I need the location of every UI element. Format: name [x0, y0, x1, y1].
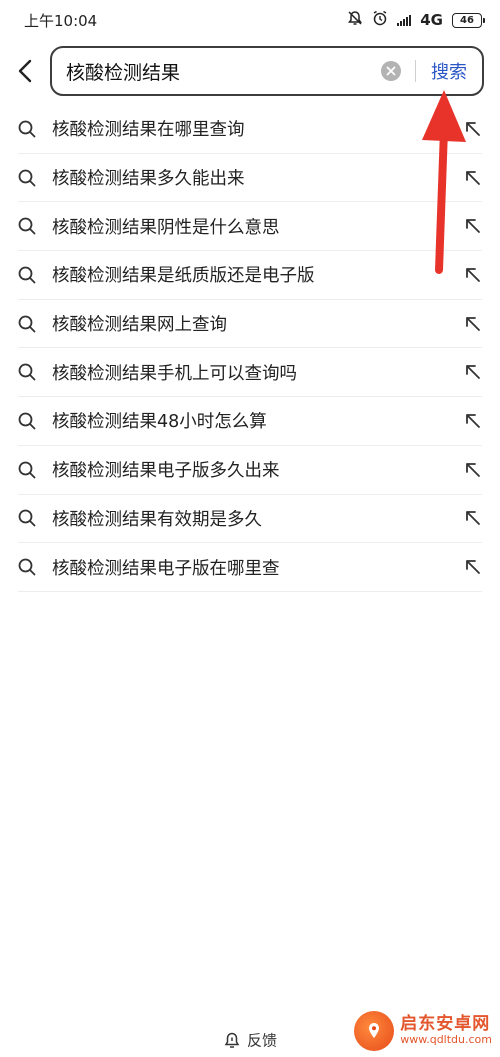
watermark-title: 启东安卓网	[400, 1014, 491, 1035]
fill-query-arrow-icon[interactable]	[452, 412, 482, 430]
fill-query-arrow-icon[interactable]	[452, 217, 482, 235]
search-icon	[18, 315, 52, 333]
fill-query-arrow-icon[interactable]	[452, 266, 482, 284]
suggestion-text: 核酸检测结果网上查询	[52, 315, 227, 336]
suggestion-text: 核酸检测结果电子版在哪里查	[52, 558, 280, 579]
battery-level: 46	[460, 14, 474, 26]
status-icons: 4G 46	[347, 10, 485, 30]
feedback-label: 反馈	[246, 1031, 277, 1050]
search-header: 搜索	[0, 44, 500, 98]
watermark-text: 启东安卓网 www.qdltdu.com	[400, 1014, 492, 1047]
watermark-url: www.qdltdu.com	[400, 1033, 492, 1047]
suggestion-item[interactable]: 核酸检测结果网上查询	[18, 300, 482, 349]
fill-query-arrow-icon[interactable]	[452, 169, 482, 187]
search-button[interactable]: 搜索	[416, 58, 482, 84]
search-box: 搜索	[50, 46, 484, 96]
suggestion-item[interactable]: 核酸检测结果是纸质版还是电子版	[18, 251, 482, 300]
chevron-left-icon	[18, 59, 32, 83]
suggestion-item[interactable]: 核酸检测结果在哪里查询	[18, 105, 482, 154]
close-icon	[386, 66, 396, 76]
clear-button[interactable]	[381, 61, 401, 81]
alarm-icon	[372, 10, 388, 30]
suggestion-item[interactable]: 核酸检测结果多久能出来	[18, 154, 482, 203]
back-button[interactable]	[0, 44, 50, 98]
search-icon	[18, 266, 52, 284]
status-time: 上午10:04	[24, 11, 98, 30]
search-icon	[18, 169, 52, 187]
suggestion-text: 核酸检测结果在哪里查询	[52, 120, 245, 141]
network-type: 4G	[420, 11, 443, 29]
suggestion-item[interactable]: 核酸检测结果电子版多久出来	[18, 446, 482, 495]
feedback-bell-icon	[224, 1032, 240, 1048]
suggestion-item[interactable]: 核酸检测结果阴性是什么意思	[18, 202, 482, 252]
battery-icon: 46	[452, 12, 485, 28]
suggestion-item[interactable]: 核酸检测结果电子版在哪里查	[18, 543, 482, 592]
suggestion-text: 核酸检测结果阴性是什么意思	[52, 217, 280, 238]
search-input[interactable]	[66, 60, 381, 82]
status-bar: 上午10:04 4G 46	[0, 0, 500, 40]
suggestion-text: 核酸检测结果有效期是多久	[52, 509, 262, 530]
fill-query-arrow-icon[interactable]	[452, 120, 482, 138]
suggestion-text: 核酸检测结果多久能出来	[52, 169, 245, 190]
fill-query-arrow-icon[interactable]	[452, 558, 482, 576]
fill-query-arrow-icon[interactable]	[452, 315, 482, 333]
search-icon	[18, 217, 52, 235]
watermark: 启东安卓网 www.qdltdu.com	[354, 1011, 492, 1051]
signal-icon	[397, 14, 412, 26]
suggestion-item[interactable]: 核酸检测结果有效期是多久	[18, 495, 482, 544]
watermark-logo	[354, 1011, 395, 1051]
search-icon	[18, 412, 52, 430]
suggestion-text: 核酸检测结果是纸质版还是电子版	[52, 266, 315, 287]
suggestion-item[interactable]: 核酸检测结果48小时怎么算	[18, 397, 482, 446]
search-icon	[18, 363, 52, 381]
fill-query-arrow-icon[interactable]	[452, 363, 482, 381]
search-page: 上午10:04 4G 46 搜索	[0, 0, 500, 1057]
suggestion-text: 核酸检测结果电子版多久出来	[52, 461, 280, 482]
search-icon	[18, 120, 52, 138]
search-icon	[18, 461, 52, 479]
search-icon	[18, 509, 52, 527]
suggestion-item[interactable]: 核酸检测结果手机上可以查询吗	[18, 348, 482, 398]
suggestion-text: 核酸检测结果手机上可以查询吗	[52, 363, 297, 384]
suggestion-list: 核酸检测结果在哪里查询 核酸检测结果多久能出来 核酸检测结果阴性是什么意思 核酸检测结…	[18, 105, 482, 592]
mute-bell-icon	[347, 10, 363, 30]
suggestion-text: 核酸检测结果48小时怎么算	[52, 412, 267, 433]
search-icon	[18, 558, 52, 576]
fill-query-arrow-icon[interactable]	[452, 509, 482, 527]
fill-query-arrow-icon[interactable]	[452, 461, 482, 479]
